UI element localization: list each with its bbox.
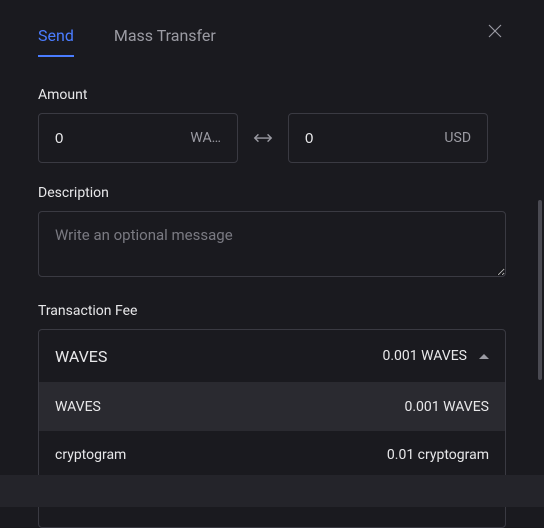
tab-mass-transfer[interactable]: Mass Transfer — [114, 26, 216, 55]
amount-left-box: WA… — [38, 113, 238, 163]
amount-right-input[interactable] — [305, 130, 405, 147]
chevron-up-icon — [479, 354, 489, 359]
amount-left-currency: WA… — [190, 130, 221, 146]
modal-footer — [0, 475, 544, 507]
tabs: Send Mass Transfer — [38, 0, 506, 65]
swap-icon[interactable] — [238, 127, 288, 149]
fee-selected-value: 0.001 WAVES — [383, 348, 468, 364]
amount-right-currency: USD — [444, 130, 471, 146]
fee-option-value: 0.01 cryptogram — [387, 447, 489, 463]
amount-right-box: USD — [288, 113, 488, 163]
close-icon[interactable] — [486, 22, 504, 40]
transaction-fee-label: Transaction Fee — [38, 303, 506, 319]
fee-option-value: 0.001 WAVES — [405, 399, 490, 415]
tab-send[interactable]: Send — [38, 26, 74, 55]
amount-label: Amount — [38, 87, 506, 103]
transaction-fee-selected[interactable]: WAVES 0.001 WAVES — [39, 330, 505, 382]
fee-option-name: WAVES — [55, 399, 101, 415]
amount-left-input[interactable] — [55, 130, 155, 147]
scrollbar[interactable] — [538, 200, 542, 380]
description-input[interactable] — [38, 211, 506, 277]
fee-option[interactable]: cryptogram 0.01 cryptogram — [39, 431, 505, 479]
fee-option-name: cryptogram — [55, 447, 126, 463]
fee-selected-name: WAVES — [55, 347, 107, 366]
fee-option[interactable]: WAVES 0.001 WAVES — [39, 383, 505, 431]
description-label: Description — [38, 185, 506, 201]
